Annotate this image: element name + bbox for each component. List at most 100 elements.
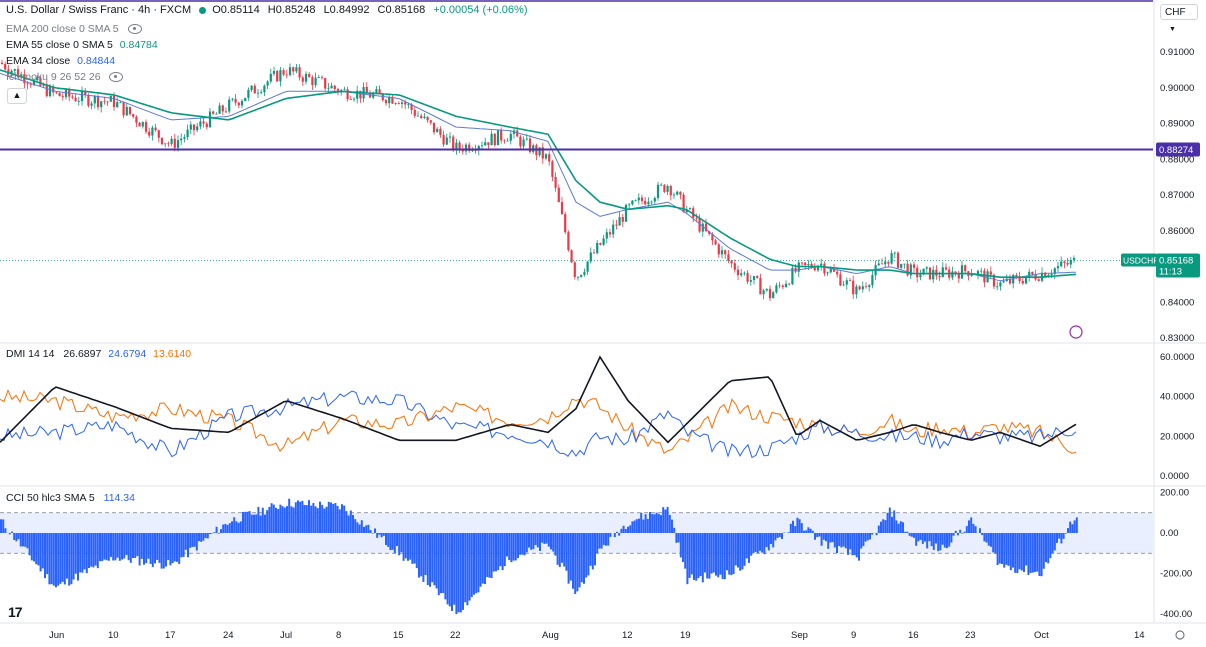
indicator-ema200[interactable]: EMA 200 close 0 SMA 5 bbox=[6, 21, 142, 37]
symbol-title[interactable]: U.S. Dollar / Swiss Franc · 4h · FXCM bbox=[6, 4, 191, 16]
cci-bar bbox=[347, 515, 350, 533]
candle-body bbox=[548, 154, 551, 162]
currency-selector[interactable]: CHF ▼ bbox=[1160, 4, 1198, 33]
cci-bar bbox=[930, 533, 933, 547]
cci-bar bbox=[1036, 533, 1039, 572]
candle-body bbox=[900, 263, 903, 268]
candle-body bbox=[509, 133, 512, 141]
candle-body bbox=[887, 261, 890, 264]
cci-bar bbox=[910, 533, 913, 537]
cci-bar bbox=[893, 510, 896, 533]
candle-body bbox=[80, 91, 84, 102]
candle-body bbox=[618, 217, 621, 226]
cci-bar bbox=[294, 502, 297, 533]
cci-bar bbox=[477, 533, 480, 593]
candle-body bbox=[269, 73, 272, 82]
cci-bar bbox=[904, 531, 907, 533]
open-value: O0.85114 bbox=[212, 4, 260, 16]
candle-body bbox=[986, 271, 989, 283]
candle-body bbox=[912, 264, 916, 268]
candle-body bbox=[77, 101, 80, 102]
cci-bar bbox=[437, 533, 440, 596]
cci-bar bbox=[1016, 533, 1019, 574]
eye-icon[interactable] bbox=[109, 72, 124, 83]
cci-bar bbox=[501, 533, 504, 571]
cci-bar bbox=[917, 533, 920, 542]
dmi-legend[interactable]: DMI 14 14 26.6897 24.6794 13.6140 bbox=[6, 348, 191, 360]
cci-bar bbox=[880, 521, 882, 533]
cci-bar bbox=[453, 533, 456, 605]
eye-icon[interactable] bbox=[127, 24, 142, 35]
candle-body bbox=[861, 286, 864, 290]
cci-bar bbox=[431, 533, 434, 583]
cci-bar bbox=[105, 533, 108, 561]
cci-bar bbox=[330, 502, 332, 533]
cci-bar bbox=[886, 512, 889, 533]
candle-body bbox=[400, 102, 404, 104]
candle-body bbox=[0, 62, 4, 65]
candle-body bbox=[743, 272, 746, 274]
cci-bar bbox=[673, 527, 676, 533]
time-axis-label: 17 bbox=[165, 630, 176, 641]
cci-bar bbox=[640, 512, 643, 533]
cci-bar bbox=[360, 520, 363, 533]
cci-legend[interactable]: CCI 50 hlc3 SMA 5 114.34 bbox=[6, 492, 135, 504]
candle-body bbox=[730, 260, 733, 264]
candle-body bbox=[519, 136, 522, 147]
cci-bar bbox=[332, 503, 335, 533]
cci-bar bbox=[233, 517, 236, 533]
cci-bar bbox=[231, 521, 233, 533]
candle-body bbox=[660, 184, 663, 186]
candle-body bbox=[669, 185, 672, 196]
candle-body bbox=[1063, 261, 1066, 264]
time-axis-label: 9 bbox=[851, 630, 856, 641]
cci-bar bbox=[858, 533, 860, 561]
cci-bar bbox=[574, 533, 577, 594]
cci-bar bbox=[266, 510, 269, 533]
candle-body bbox=[557, 187, 560, 203]
candle-body bbox=[231, 98, 234, 100]
candle-body bbox=[826, 272, 829, 274]
candle-body bbox=[1066, 263, 1069, 265]
cci-bar bbox=[61, 533, 64, 582]
cci-bar bbox=[635, 519, 638, 533]
currency-label: CHF bbox=[1165, 7, 1186, 18]
cci-bar bbox=[37, 533, 40, 566]
candle-body bbox=[720, 250, 724, 255]
cci-bar bbox=[774, 533, 777, 541]
dmi-label: DMI 14 14 bbox=[6, 348, 55, 360]
candle-body bbox=[656, 184, 660, 198]
cci-bar bbox=[547, 533, 550, 547]
cci-bar bbox=[151, 533, 154, 568]
candle-body bbox=[71, 96, 74, 98]
cci-tick-label: -400.00 bbox=[1160, 609, 1192, 620]
symbol-header: U.S. Dollar / Swiss Franc · 4h · FXCM O0… bbox=[6, 4, 532, 16]
cci-bar bbox=[48, 533, 51, 585]
cci-bar bbox=[679, 533, 682, 558]
tradingview-logo[interactable]: 17 bbox=[8, 604, 23, 620]
cci-bar bbox=[382, 533, 385, 536]
candle-body bbox=[263, 85, 266, 93]
cci-bar bbox=[572, 533, 574, 589]
cci-bar bbox=[237, 522, 240, 533]
candle-body bbox=[804, 262, 807, 266]
candle-body bbox=[717, 244, 720, 255]
time-axis-label: 12 bbox=[622, 630, 633, 641]
indicator-ema55[interactable]: EMA 55 close 0 SMA 5 0.84784 bbox=[6, 37, 158, 53]
collapse-legend-button[interactable]: ▲ bbox=[7, 88, 27, 104]
cci-tick-label: 0.00 bbox=[1160, 528, 1179, 539]
cci-bar bbox=[523, 533, 526, 556]
candle-body bbox=[215, 113, 218, 115]
indicator-ema34[interactable]: EMA 34 close 0.84844 bbox=[6, 53, 115, 69]
cci-bar bbox=[116, 533, 119, 558]
candles-group bbox=[0, 59, 1076, 302]
cci-bar bbox=[855, 533, 858, 558]
candle-body bbox=[324, 78, 327, 89]
candle-body bbox=[160, 137, 164, 145]
candle-body bbox=[212, 111, 215, 114]
cci-bar bbox=[187, 533, 189, 558]
candle-body bbox=[506, 140, 509, 142]
indicator-ichimoku[interactable]: Ichimoku 9 26 52 26 bbox=[6, 69, 124, 85]
candle-body bbox=[893, 252, 896, 254]
cci-bar bbox=[411, 533, 414, 564]
